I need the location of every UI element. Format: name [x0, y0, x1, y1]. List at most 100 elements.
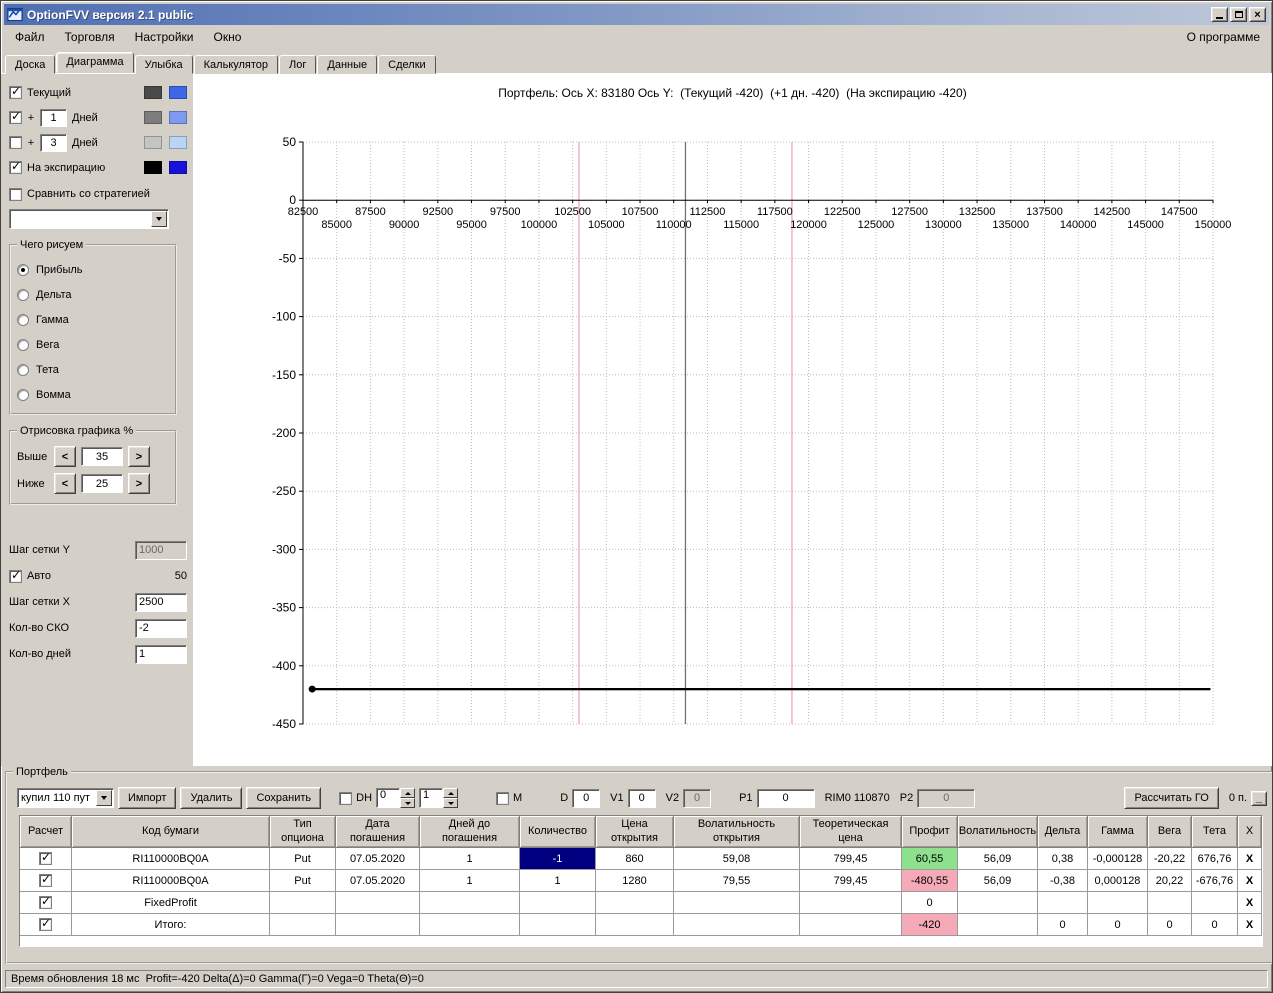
- below-increase-button[interactable]: >: [128, 473, 150, 494]
- row-calc-checkbox-cell[interactable]: [20, 892, 72, 914]
- series-plus3-blue-swatch[interactable]: [169, 136, 187, 149]
- days-count-input[interactable]: [135, 644, 187, 664]
- radio-vega[interactable]: [17, 338, 29, 351]
- tab-smile[interactable]: Улыбка: [134, 55, 193, 74]
- status-bar: Время обновления 18 мс Profit=-420 Delta…: [5, 970, 1268, 988]
- chart-title: Портфель: Ось X: 83180 Ось Y: (Текущий -…: [498, 86, 967, 100]
- import-button[interactable]: Импорт: [118, 787, 177, 809]
- plus-label: +: [27, 136, 35, 149]
- menu-about[interactable]: О программе: [1179, 27, 1268, 47]
- p1-input[interactable]: [756, 788, 815, 808]
- svg-text:-450: -450: [272, 717, 296, 731]
- delete-button[interactable]: Удалить: [180, 787, 243, 809]
- tab-trades[interactable]: Сделки: [378, 55, 436, 74]
- tab-board[interactable]: Доска: [5, 55, 56, 74]
- delete-row-button[interactable]: X: [1238, 870, 1262, 892]
- spin-down-icon[interactable]: [400, 798, 416, 808]
- strategy-select[interactable]: купил 110 пут: [17, 788, 114, 808]
- strategy-select-value: купил 110 пут: [21, 792, 91, 804]
- tab-calculator[interactable]: Калькулятор: [193, 55, 279, 74]
- dh-spinner-2[interactable]: 1: [419, 788, 459, 808]
- v1-input[interactable]: [627, 788, 656, 808]
- sko-count-input[interactable]: [135, 618, 187, 638]
- series-plus1-blue-swatch[interactable]: [169, 111, 187, 124]
- series-plus3-days-input[interactable]: [40, 133, 67, 152]
- title-bar: OptionFVV версия 2.1 public ×: [4, 4, 1269, 25]
- delete-row-button[interactable]: X: [1238, 892, 1262, 914]
- menu-file[interactable]: Файл: [5, 27, 55, 47]
- radio-profit[interactable]: [17, 263, 29, 276]
- spin-up-icon[interactable]: [443, 788, 459, 798]
- row-calc-checkbox-cell[interactable]: [20, 914, 72, 936]
- below-decrease-button[interactable]: <: [54, 473, 76, 494]
- dropdown-arrow-icon[interactable]: [151, 211, 167, 227]
- delete-row-button[interactable]: X: [1238, 848, 1262, 870]
- row-calc-checkbox[interactable]: [39, 850, 52, 865]
- grid-step-x-input[interactable]: [135, 592, 187, 612]
- series-expiry-checkbox[interactable]: [9, 159, 22, 174]
- tab-diagram[interactable]: Диаграмма: [56, 52, 134, 73]
- menu-settings[interactable]: Настройки: [125, 27, 204, 47]
- delete-row-button[interactable]: X: [1238, 914, 1262, 936]
- strategy-compare-select[interactable]: [9, 209, 169, 229]
- series-current-gray-swatch[interactable]: [144, 86, 162, 99]
- dh-spinner-1[interactable]: 0: [376, 788, 416, 808]
- p2-input: [917, 788, 976, 808]
- compare-strategy-checkbox[interactable]: [9, 187, 22, 201]
- series-expiry-blue-swatch[interactable]: [169, 161, 187, 174]
- spin-up-icon[interactable]: [400, 788, 416, 798]
- series-plus1-days-input[interactable]: [40, 108, 67, 127]
- series-plus1-checkbox[interactable]: [9, 109, 22, 124]
- row-calc-checkbox[interactable]: [39, 894, 52, 909]
- m-checkbox[interactable]: [496, 791, 510, 805]
- radio-theta[interactable]: [17, 363, 29, 376]
- quantity-cell-selected[interactable]: -1: [520, 848, 596, 870]
- radio-vega-label[interactable]: Вега: [36, 339, 59, 351]
- series-plus3-checkbox[interactable]: [9, 136, 22, 149]
- row-calc-checkbox[interactable]: [39, 916, 52, 931]
- radio-gamma-label[interactable]: Гамма: [36, 314, 69, 326]
- d-input[interactable]: [572, 788, 601, 808]
- calc-margin-button[interactable]: Рассчитать ГО: [1124, 787, 1219, 809]
- minimized-window-button[interactable]: _: [1251, 790, 1267, 806]
- app-icon: [7, 7, 23, 22]
- series-expiry-gray-swatch[interactable]: [144, 161, 162, 174]
- spin-down-icon[interactable]: [443, 798, 459, 808]
- auto-checkbox[interactable]: [9, 568, 22, 583]
- series-current-blue-swatch[interactable]: [169, 86, 187, 99]
- tab-log[interactable]: Лог: [279, 55, 317, 74]
- series-plus3-gray-swatch[interactable]: [144, 136, 162, 149]
- above-percent-input[interactable]: [81, 447, 123, 466]
- radio-gamma[interactable]: [17, 313, 29, 326]
- svg-text:-350: -350: [272, 601, 296, 615]
- menu-window[interactable]: Окно: [204, 27, 252, 47]
- table-cell: 0: [1148, 914, 1192, 936]
- radio-profit-label[interactable]: Прибыль: [36, 264, 83, 276]
- radio-vomma[interactable]: [17, 388, 29, 401]
- row-calc-checkbox-cell[interactable]: [20, 848, 72, 870]
- close-button[interactable]: ×: [1249, 7, 1266, 22]
- below-percent-input[interactable]: [81, 474, 123, 493]
- radio-theta-label[interactable]: Тета: [36, 364, 59, 376]
- table-cell: FixedProfit: [72, 892, 270, 914]
- above-increase-button[interactable]: >: [128, 446, 150, 467]
- dh-checkbox[interactable]: [339, 791, 353, 805]
- minimize-button[interactable]: [1211, 7, 1228, 22]
- save-button[interactable]: Сохранить: [246, 787, 322, 809]
- portfolio-chart[interactable]: 50 0 -50 -100 -150 -200 -250 -300 -350 -400 -450 82…: [193, 112, 1268, 760]
- svg-text:122500: 122500: [824, 206, 861, 218]
- above-decrease-button[interactable]: <: [54, 446, 76, 467]
- menu-trading[interactable]: Торговля: [55, 27, 125, 47]
- tab-data[interactable]: Данные: [317, 55, 378, 74]
- row-calc-checkbox[interactable]: [39, 872, 52, 887]
- col-header-15: X: [1238, 816, 1262, 848]
- radio-delta[interactable]: [17, 288, 29, 301]
- series-plus1-gray-swatch[interactable]: [144, 111, 162, 124]
- radio-delta-label[interactable]: Дельта: [36, 289, 72, 301]
- row-calc-checkbox-cell[interactable]: [20, 870, 72, 892]
- radio-vomma-label[interactable]: Вомма: [36, 389, 71, 401]
- series-current-checkbox[interactable]: [9, 84, 22, 99]
- maximize-button[interactable]: [1230, 7, 1247, 22]
- svg-text:-100: -100: [272, 310, 296, 324]
- dropdown-arrow-icon[interactable]: [96, 790, 112, 806]
